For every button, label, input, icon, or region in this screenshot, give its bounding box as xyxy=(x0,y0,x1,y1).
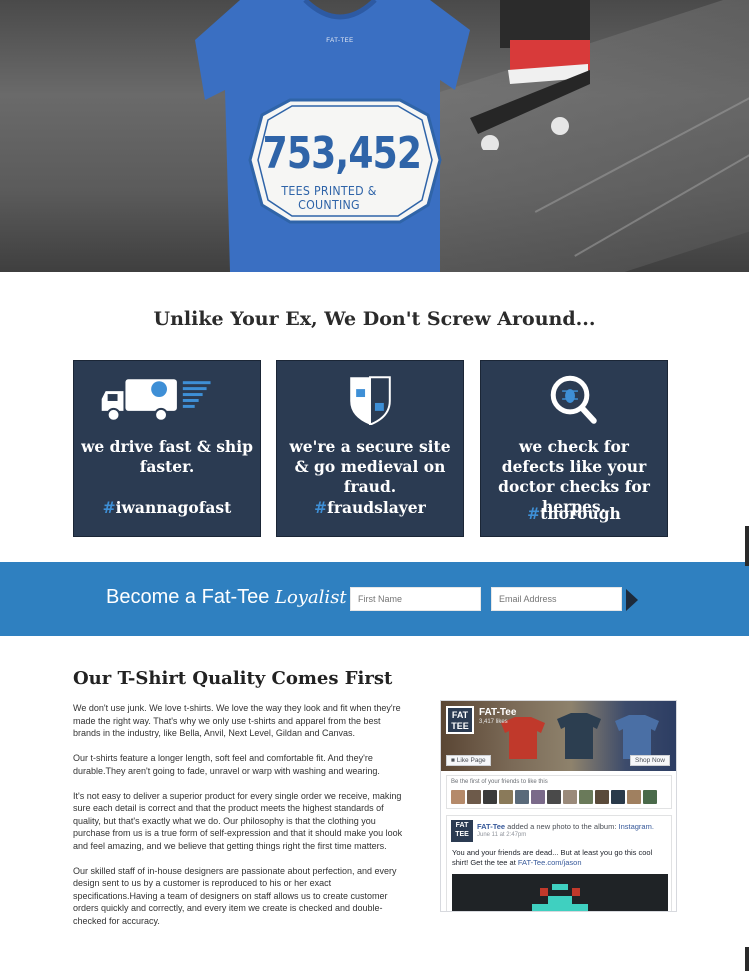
avatar[interactable] xyxy=(643,790,657,804)
feature-hashtag: #iwannagofast xyxy=(102,498,232,517)
facebook-page-widget: FAT TEE FAT-Tee 3,417 likes ■ Like Page … xyxy=(440,700,677,912)
post-album-link[interactable]: Instagram. xyxy=(619,822,654,831)
avatar[interactable] xyxy=(627,790,641,804)
avatar[interactable] xyxy=(515,790,529,804)
avatar[interactable] xyxy=(499,790,513,804)
scroll-indicator[interactable] xyxy=(745,526,749,566)
first-name-input[interactable] xyxy=(350,587,481,611)
cover-shirts-image xyxy=(501,713,659,759)
feature-title: we're a secure site & go medieval on fra… xyxy=(289,437,451,496)
post-link[interactable]: FAT-Tee.com/jason xyxy=(518,858,582,867)
avatar[interactable] xyxy=(467,790,481,804)
facebook-friends-box: Be the first of your friends to like thi… xyxy=(446,775,672,809)
feature-card-shipping: we drive fast & ship faster. #iwannagofa… xyxy=(73,360,261,537)
security-shield-icon xyxy=(350,376,391,425)
email-input[interactable] xyxy=(491,587,622,611)
facebook-shop-button[interactable]: Shop Now xyxy=(630,755,670,766)
facebook-page-name[interactable]: FAT-Tee xyxy=(479,707,516,718)
feature-card-security: we're a secure site & go medieval on fra… xyxy=(276,360,464,537)
quality-paragraph: We don't use junk. We love t-shirts. We … xyxy=(73,703,401,738)
feature-hashtag: #fraudslayer xyxy=(314,498,426,517)
scroll-indicator[interactable] xyxy=(745,947,749,971)
tees-printed-count: 753,452 xyxy=(262,128,422,179)
post-photo[interactable] xyxy=(452,874,668,912)
quality-heading: Our T-Shirt Quality Comes First xyxy=(73,668,393,689)
post-text: You and your friends are dead... But at … xyxy=(452,848,653,867)
loyalist-signup-bar: Become a Fat-Tee Loyalist xyxy=(0,562,749,636)
facebook-like-button[interactable]: ■ Like Page xyxy=(446,755,491,766)
post-author-link[interactable]: FAT-Tee xyxy=(477,822,505,831)
delivery-truck-icon xyxy=(101,379,211,422)
submit-arrow-button[interactable] xyxy=(626,589,638,611)
friend-avatars xyxy=(451,790,657,804)
avatar[interactable] xyxy=(531,790,545,804)
quality-paragraph: Our t-shirts feature a longer length, so… xyxy=(73,753,380,776)
avatar[interactable] xyxy=(595,790,609,804)
facebook-page-logo[interactable]: FAT TEE xyxy=(446,706,474,734)
avatar[interactable] xyxy=(611,790,625,804)
facebook-post: FAT TEE FAT-Tee added a new photo to the… xyxy=(446,815,672,912)
avatar[interactable] xyxy=(563,790,577,804)
avatar[interactable] xyxy=(547,790,561,804)
quality-copy: We don't use junk. We love t-shirts. We … xyxy=(73,702,408,940)
avatar[interactable] xyxy=(451,790,465,804)
post-author-logo[interactable]: FAT TEE xyxy=(451,820,473,842)
post-header: FAT-Tee added a new photo to the album: … xyxy=(477,822,654,831)
avatar[interactable] xyxy=(579,790,593,804)
feature-hashtag: #thorough xyxy=(527,504,621,523)
magnifier-bug-icon xyxy=(550,375,597,424)
signup-label: Become a Fat-Tee Loyalist xyxy=(106,586,347,608)
avatar[interactable] xyxy=(483,790,497,804)
quality-paragraph: It's not easy to deliver a superior prod… xyxy=(73,790,403,851)
section-tagline: Unlike Your Ex, We Don't Screw Around... xyxy=(153,308,596,330)
facebook-icon: ■ xyxy=(451,757,455,764)
quality-paragraph: Our skilled staff of in-house designers … xyxy=(73,865,397,926)
friends-like-text: Be the first of your friends to like thi… xyxy=(451,779,548,785)
tees-printed-caption: TEES PRINTED & COUNTING xyxy=(281,184,377,212)
facebook-page-likes: 3,417 likes xyxy=(479,719,508,725)
feature-card-quality: we check for defects like your doctor ch… xyxy=(480,360,668,537)
post-date[interactable]: June 11 at 2:47pm xyxy=(477,832,526,838)
tee-brand-label: FAT-TEE xyxy=(326,38,354,44)
hero-banner: FAT-TEE 753,452 TEES PRINTED & COUNTING xyxy=(0,0,749,272)
feature-title: we drive fast & ship faster. xyxy=(81,437,253,476)
